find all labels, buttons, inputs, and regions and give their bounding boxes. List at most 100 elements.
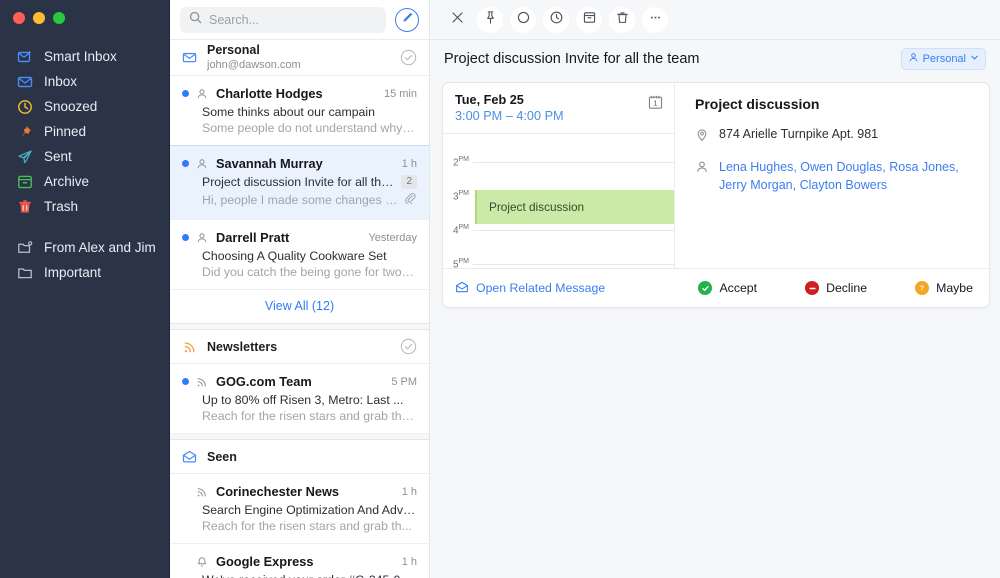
- mark-unread-button[interactable]: [510, 7, 536, 33]
- hour-row: 4PM: [443, 224, 674, 237]
- bell-icon: [196, 556, 209, 568]
- sidebar-item-pinned[interactable]: Pinned: [0, 119, 169, 144]
- search-icon: [189, 11, 202, 29]
- section-header-newsletters[interactable]: Newsletters: [170, 330, 429, 364]
- minimize-window-button[interactable]: [33, 12, 45, 24]
- accept-button[interactable]: Accept: [698, 281, 757, 295]
- message-row-subject: Some thinks about our campain: [182, 105, 417, 119]
- message-row-subject: Search Engine Optimization And Adve...: [182, 503, 417, 517]
- unread-dot: [182, 234, 189, 241]
- message-time: 1 h: [402, 556, 417, 568]
- attachment-paperclip-icon: [404, 191, 417, 209]
- invite-calendar-header: Tue, Feb 25 3:00 PM – 4:00 PM 1: [443, 83, 674, 134]
- delete-button[interactable]: [609, 7, 635, 33]
- message-row-preview: Hi, people I made some changes to ...: [182, 191, 417, 209]
- sidebar-item-label: Important: [44, 265, 101, 280]
- calendar-invite-card: Tue, Feb 25 3:00 PM – 4:00 PM 1 2PM: [442, 82, 990, 308]
- archive-icon: [582, 10, 597, 30]
- open-related-message-label: Open Related Message: [476, 281, 605, 295]
- section-header-seen[interactable]: Seen: [170, 440, 429, 474]
- account-email: john@dawson.com: [207, 58, 390, 72]
- sidebar-nav: Smart Inbox Inbox Snoozed Pinned: [0, 44, 169, 285]
- decline-minus-icon: [805, 281, 819, 295]
- message-list-panel: Personal john@dawson.com Charlotte Hodge…: [170, 0, 430, 578]
- compose-button[interactable]: [395, 8, 419, 32]
- calendar-event-block[interactable]: Project discussion: [475, 190, 674, 224]
- sidebar-item-important[interactable]: Important: [0, 260, 169, 285]
- message-list-item[interactable]: GOG.com Team 5 PM Up to 80% off Risen 3,…: [170, 364, 429, 434]
- check-circle-icon[interactable]: [400, 49, 417, 66]
- message-sender: Savannah Murray: [216, 156, 389, 171]
- sidebar-item-trash[interactable]: Trash: [0, 194, 169, 219]
- message-sender: Darrell Pratt: [216, 230, 355, 245]
- message-time: 15 min: [384, 88, 417, 100]
- open-related-message-button[interactable]: Open Related Message: [455, 280, 605, 297]
- view-all-button[interactable]: View All (12): [170, 290, 429, 324]
- snooze-clock-icon: [549, 10, 564, 30]
- trash-icon: [615, 10, 630, 30]
- more-options-button[interactable]: [642, 7, 668, 33]
- rss-icon: [182, 340, 197, 354]
- search-input[interactable]: [209, 13, 377, 27]
- sidebar-item-from-alex-and-jim[interactable]: From Alex and Jim: [0, 235, 169, 260]
- rss-icon: [196, 376, 209, 388]
- folder-icon: [16, 264, 33, 281]
- section-title: Seen: [207, 450, 417, 464]
- message-row-preview: Some people do not understand why y...: [182, 121, 417, 135]
- maybe-label: Maybe: [936, 281, 973, 295]
- event-attendees[interactable]: Lena Hughes, Owen Douglas, Rosa Jones, J…: [719, 158, 973, 194]
- sidebar-item-smart-inbox[interactable]: Smart Inbox: [0, 44, 169, 69]
- message-list-item[interactable]: Google Express 1 h We've received your o…: [170, 544, 429, 578]
- smart-inbox-icon: [16, 48, 33, 65]
- mail-subject-title: Project discussion Invite for all the te…: [444, 51, 901, 67]
- message-subject: Project discussion Invite for all the te…: [202, 175, 395, 189]
- hour-label: 3PM: [443, 189, 473, 202]
- sidebar-item-snoozed[interactable]: Snoozed: [0, 94, 169, 119]
- sidebar: Smart Inbox Inbox Snoozed Pinned: [0, 0, 170, 578]
- message-toolbar: [430, 0, 1000, 40]
- sidebar-item-label: Archive: [44, 174, 89, 189]
- message-time: 1 h: [402, 158, 417, 170]
- check-circle-icon[interactable]: [400, 338, 417, 355]
- account-pill[interactable]: Personal: [901, 48, 986, 70]
- account-pill-label: Personal: [923, 53, 966, 65]
- sidebar-item-archive[interactable]: Archive: [0, 169, 169, 194]
- person-icon: [695, 160, 709, 179]
- mail-header: Project discussion Invite for all the te…: [430, 40, 1000, 78]
- message-list-item[interactable]: Charlotte Hodges 15 min Some thinks abou…: [170, 76, 429, 146]
- maybe-button[interactable]: ? Maybe: [915, 281, 973, 295]
- pin-icon: [16, 123, 33, 140]
- message-list-scroll[interactable]: Personal john@dawson.com Charlotte Hodge…: [170, 40, 429, 578]
- message-list-item-selected[interactable]: Savannah Murray 1 h Project discussion I…: [170, 146, 429, 220]
- message-time: Yesterday: [368, 232, 417, 244]
- close-message-button[interactable]: [444, 7, 470, 33]
- maybe-question-icon: ?: [915, 281, 929, 295]
- event-location: 874 Arielle Turnpike Apt. 981: [719, 126, 878, 142]
- maximize-window-button[interactable]: [53, 12, 65, 24]
- invite-calendar-grid: 2PM 3PM 4PM 5PM: [443, 134, 674, 268]
- sidebar-item-sent[interactable]: Sent: [0, 144, 169, 169]
- archive-button[interactable]: [576, 7, 602, 33]
- calendar-icon[interactable]: 1: [647, 94, 664, 111]
- hour-gridline: [473, 230, 674, 231]
- hour-gridline: [473, 162, 674, 163]
- message-list-item[interactable]: Corinechester News 1 h Search Engine Opt…: [170, 474, 429, 544]
- message-list-item[interactable]: Darrell Pratt Yesterday Choosing A Quali…: [170, 220, 429, 290]
- sidebar-item-label: Snoozed: [44, 99, 97, 114]
- snooze-button[interactable]: [543, 7, 569, 33]
- sidebar-item-inbox[interactable]: Inbox: [0, 69, 169, 94]
- unread-dot: [182, 160, 189, 167]
- sidebar-item-label: From Alex and Jim: [44, 240, 156, 255]
- location-pin-icon: [695, 128, 709, 147]
- message-row-sender: Darrell Pratt Yesterday: [182, 229, 417, 246]
- search-field[interactable]: [180, 7, 386, 33]
- unread-dot: [182, 90, 189, 97]
- close-window-button[interactable]: [13, 12, 25, 24]
- mark-unread-icon: [516, 10, 531, 30]
- pin-message-button[interactable]: [477, 7, 503, 33]
- decline-button[interactable]: Decline: [805, 281, 867, 295]
- message-row-sender: Google Express 1 h: [182, 553, 417, 570]
- message-row-subject: We've received your order #G-345-04...: [182, 573, 417, 578]
- sidebar-item-label: Trash: [44, 199, 78, 214]
- section-header-personal[interactable]: Personal john@dawson.com: [170, 40, 429, 76]
